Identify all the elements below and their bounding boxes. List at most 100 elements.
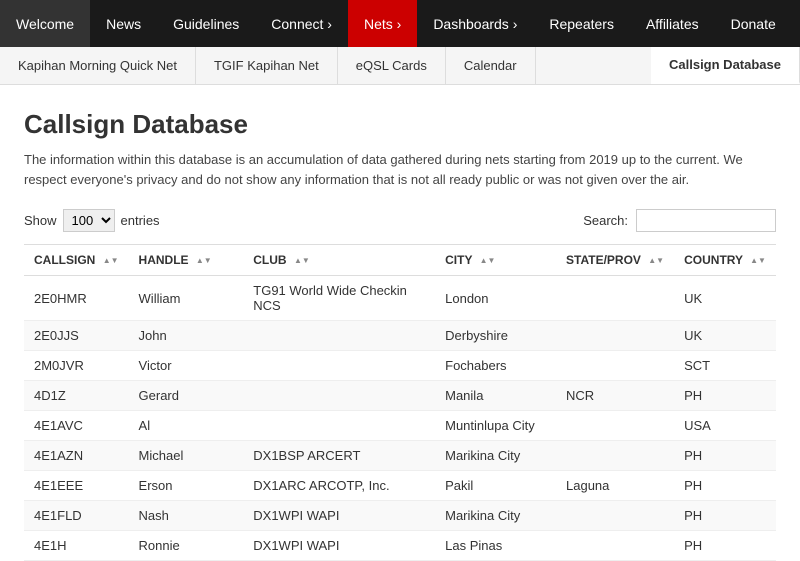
cell-city: London xyxy=(435,276,556,321)
cell-callsign: 4E1FLD xyxy=(24,501,129,531)
cell-handle: Ronnie xyxy=(129,531,244,561)
nav-dashboards[interactable]: Dashboards › xyxy=(417,0,533,47)
nav-donate[interactable]: Donate xyxy=(715,0,792,47)
cell-callsign: 2E0HMR xyxy=(24,276,129,321)
cell-country: PH xyxy=(674,501,776,531)
sort-arrows-handle[interactable]: ▲▼ xyxy=(196,257,212,265)
cell-country: PH xyxy=(674,441,776,471)
sub-nav: Kapihan Morning Quick Net TGIF Kapihan N… xyxy=(0,47,800,85)
cell-club xyxy=(243,381,435,411)
cell-handle: John xyxy=(129,321,244,351)
table-row: 4E1HRonnieDX1WPI WAPILas Pinas PH xyxy=(24,531,776,561)
table-row: 4E1FLDNashDX1WPI WAPIMarikina City PH xyxy=(24,501,776,531)
col-header-club[interactable]: CLUB ▲▼ xyxy=(243,245,435,276)
cell-state xyxy=(556,276,674,321)
nav-news[interactable]: News xyxy=(90,0,157,47)
table-controls: Show 10 25 50 100 entries Search: xyxy=(24,209,776,232)
cell-city: Derbyshire xyxy=(435,321,556,351)
cell-city: Pakil xyxy=(435,471,556,501)
cell-callsign: 4D1Z xyxy=(24,381,129,411)
table-row: 2E0HMRWilliamTG91 World Wide Checkin NCS… xyxy=(24,276,776,321)
table-row: 2E0JJSJohn Derbyshire UK xyxy=(24,321,776,351)
main-content: Callsign Database The information within… xyxy=(0,85,800,561)
cell-club xyxy=(243,411,435,441)
subnav-eqsl[interactable]: eQSL Cards xyxy=(338,47,446,84)
subnav-kapihan-morning[interactable]: Kapihan Morning Quick Net xyxy=(0,47,196,84)
table-row: 4D1ZGerard ManilaNCRPH xyxy=(24,381,776,411)
cell-handle: Michael xyxy=(129,441,244,471)
col-header-callsign[interactable]: CALLSIGN ▲▼ xyxy=(24,245,129,276)
cell-state xyxy=(556,411,674,441)
nav-guidelines[interactable]: Guidelines xyxy=(157,0,255,47)
cell-club: DX1ARC ARCOTP, Inc. xyxy=(243,471,435,501)
show-entries: Show 10 25 50 100 entries xyxy=(24,209,160,232)
nav-repeaters[interactable]: Repeaters xyxy=(533,0,630,47)
cell-club: DX1WPI WAPI xyxy=(243,501,435,531)
table-header-row: CALLSIGN ▲▼ HANDLE ▲▼ CLUB ▲▼ CITY ▲▼ ST… xyxy=(24,245,776,276)
subnav-callsign-database[interactable]: Callsign Database xyxy=(651,47,800,84)
subnav-calendar[interactable]: Calendar xyxy=(446,47,536,84)
cell-city: Las Pinas xyxy=(435,531,556,561)
sort-arrows-state[interactable]: ▲▼ xyxy=(648,257,664,265)
cell-handle: Nash xyxy=(129,501,244,531)
cell-state: Laguna xyxy=(556,471,674,501)
cell-callsign: 2M0JVR xyxy=(24,351,129,381)
cell-callsign: 2E0JJS xyxy=(24,321,129,351)
cell-callsign: 4E1H xyxy=(24,531,129,561)
cell-handle: William xyxy=(129,276,244,321)
table-row: 2M0JVRVictor Fochabers SCT xyxy=(24,351,776,381)
cell-country: SCT xyxy=(674,351,776,381)
cell-city: Marikina City xyxy=(435,501,556,531)
cell-city: Fochabers xyxy=(435,351,556,381)
cell-club: DX1WPI WAPI xyxy=(243,531,435,561)
cell-state xyxy=(556,351,674,381)
cell-country: PH xyxy=(674,531,776,561)
entries-label: entries xyxy=(121,213,160,228)
cell-handle: Victor xyxy=(129,351,244,381)
cell-state xyxy=(556,531,674,561)
col-header-city[interactable]: CITY ▲▼ xyxy=(435,245,556,276)
nav-nets[interactable]: Nets › xyxy=(348,0,417,47)
table-row: 4E1AZNMichaelDX1BSP ARCERTMarikina CityP… xyxy=(24,441,776,471)
cell-club xyxy=(243,351,435,381)
top-nav: Welcome News Guidelines Connect › Nets ›… xyxy=(0,0,800,47)
col-header-handle[interactable]: HANDLE ▲▼ xyxy=(129,245,244,276)
sort-arrows-club[interactable]: ▲▼ xyxy=(294,257,310,265)
cell-city: Muntinlupa City xyxy=(435,411,556,441)
entries-select[interactable]: 10 25 50 100 xyxy=(63,209,115,232)
cell-country: PH xyxy=(674,381,776,411)
cell-callsign: 4E1EEE xyxy=(24,471,129,501)
nav-affiliates[interactable]: Affiliates xyxy=(630,0,715,47)
cell-state xyxy=(556,321,674,351)
cell-city: Marikina City xyxy=(435,441,556,471)
page-title: Callsign Database xyxy=(24,109,776,140)
cell-handle: Al xyxy=(129,411,244,441)
nav-connect[interactable]: Connect › xyxy=(255,0,348,47)
search-input[interactable] xyxy=(636,209,776,232)
cell-callsign: 4E1AVC xyxy=(24,411,129,441)
cell-city: Manila xyxy=(435,381,556,411)
nav-welcome[interactable]: Welcome xyxy=(0,0,90,47)
page-description: The information within this database is … xyxy=(24,150,776,189)
sort-arrows-country[interactable]: ▲▼ xyxy=(750,257,766,265)
show-label: Show xyxy=(24,213,57,228)
cell-country: UK xyxy=(674,276,776,321)
cell-club: DX1BSP ARCERT xyxy=(243,441,435,471)
data-table: CALLSIGN ▲▼ HANDLE ▲▼ CLUB ▲▼ CITY ▲▼ ST… xyxy=(24,244,776,561)
col-header-country[interactable]: COUNTRY ▲▼ xyxy=(674,245,776,276)
cell-state: NCR xyxy=(556,381,674,411)
cell-club: TG91 World Wide Checkin NCS xyxy=(243,276,435,321)
cell-handle: Gerard xyxy=(129,381,244,411)
subnav-tgif[interactable]: TGIF Kapihan Net xyxy=(196,47,338,84)
cell-country: PH xyxy=(674,471,776,501)
cell-handle: Erson xyxy=(129,471,244,501)
sort-arrows-callsign[interactable]: ▲▼ xyxy=(103,257,119,265)
cell-country: UK xyxy=(674,321,776,351)
col-header-state[interactable]: STATE/PROV ▲▼ xyxy=(556,245,674,276)
table-row: 4E1EEEErsonDX1ARC ARCOTP, Inc.PakilLagun… xyxy=(24,471,776,501)
search-label: Search: xyxy=(583,213,628,228)
sort-arrows-city[interactable]: ▲▼ xyxy=(480,257,496,265)
cell-state xyxy=(556,441,674,471)
cell-state xyxy=(556,501,674,531)
cell-club xyxy=(243,321,435,351)
